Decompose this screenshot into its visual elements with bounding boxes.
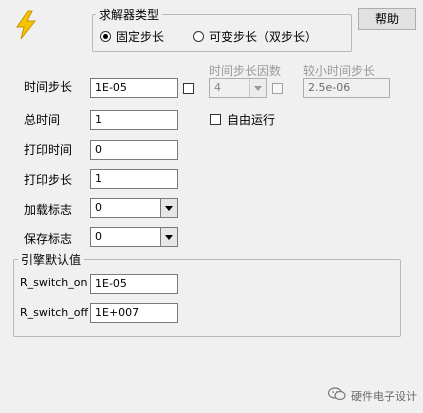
print-time-input[interactable]: 0 — [90, 140, 178, 160]
radio-fixed-step-circle[interactable] — [100, 31, 111, 42]
time-step-checkbox[interactable] — [183, 83, 194, 94]
step-factor-checkbox — [272, 83, 283, 94]
solver-type-title: 求解器类型 — [96, 6, 163, 23]
step-factor-value: 4 — [214, 81, 221, 94]
time-step-label: 时间步长 — [24, 80, 73, 94]
free-run-checkbox[interactable] — [210, 114, 221, 125]
min-step-input: 2.5e-06 — [303, 78, 390, 98]
engine-defaults-title: 引擎默认值 — [18, 251, 85, 268]
help-button[interactable]: 帮助 — [358, 8, 416, 30]
radio-variable-step[interactable]: 可变步长（双步长） — [193, 28, 317, 45]
radio-variable-step-label: 可变步长（双步长） — [209, 30, 318, 44]
save-flag-select[interactable]: 0 — [90, 227, 178, 247]
save-flag-label: 保存标志 — [24, 232, 73, 246]
r-switch-on-input[interactable]: 1E-05 — [90, 274, 178, 294]
load-flag-value: 0 — [95, 201, 102, 214]
total-time-label: 总时间 — [24, 113, 61, 127]
engine-defaults-group — [13, 259, 401, 337]
wechat-icon — [327, 387, 346, 404]
chevron-down-icon — [249, 79, 266, 97]
print-time-label: 打印时间 — [24, 143, 73, 157]
total-time-input[interactable]: 1 — [90, 110, 178, 130]
load-flag-label: 加载标志 — [24, 203, 73, 217]
step-factor-label: 时间步长因数 — [209, 64, 282, 78]
r-switch-on-label: R_switch_on — [20, 276, 88, 289]
min-step-label: 较小时间步长 — [303, 64, 376, 78]
free-run-label: 自由运行 — [227, 113, 276, 127]
chevron-down-icon[interactable] — [160, 199, 177, 217]
save-flag-value: 0 — [95, 230, 102, 243]
print-step-label: 打印步长 — [24, 173, 73, 187]
print-step-input[interactable]: 1 — [90, 169, 178, 189]
r-switch-off-input[interactable]: 1E+007 — [90, 303, 178, 323]
radio-fixed-step-label: 固定步长 — [116, 30, 165, 44]
load-flag-select[interactable]: 0 — [90, 198, 178, 218]
chevron-down-icon[interactable] — [160, 228, 177, 246]
lightning-icon — [13, 10, 39, 40]
radio-fixed-step[interactable]: 固定步长 — [100, 28, 164, 45]
watermark: 硬件电子设计 — [327, 387, 417, 404]
radio-variable-step-circle[interactable] — [193, 31, 204, 42]
watermark-text: 硬件电子设计 — [351, 389, 417, 403]
step-factor-select: 4 — [209, 78, 267, 98]
r-switch-off-label: R_switch_off — [20, 306, 89, 319]
time-step-input[interactable]: 1E-05 — [90, 78, 178, 98]
